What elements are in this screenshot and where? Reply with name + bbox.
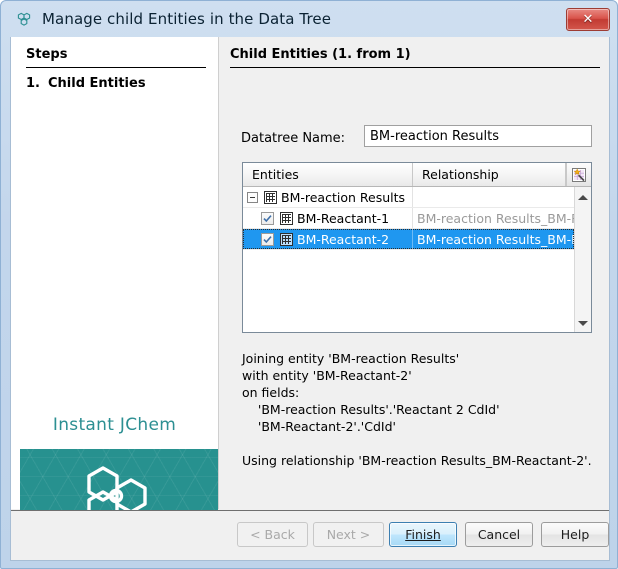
jchem-molecule-icon [17,12,31,26]
close-button[interactable]: ✕ [566,8,610,31]
column-chooser-icon [572,167,586,182]
page-title: Child Entities (1. from 1) [230,47,600,68]
column-header-entities[interactable]: Entities [243,163,413,186]
check-icon [263,214,272,222]
table-row[interactable]: BM-Reactant-1 BM-reaction Results_BM-R..… [243,208,574,229]
table-header-row: Entities Relationship [243,163,591,187]
dialog-client-area: Steps 1. Child Entities Instant JChem Chi… [10,37,610,561]
column-chooser-button[interactable] [566,163,591,186]
datatree-name-input[interactable] [364,125,592,147]
collapse-toggle-icon[interactable] [247,191,258,203]
dialog-button-bar: < Back Next > Finish Cancel Help [11,510,609,560]
scroll-up-arrow-icon [578,194,588,200]
cancel-button-label: Cancel [477,527,521,542]
product-name: Instant JChem [52,415,177,435]
table-body: BM-reaction Results BM-Reactant-1 BM-rea… [243,187,574,332]
steps-heading: Steps [26,47,206,68]
finish-button[interactable]: Finish [389,522,457,547]
check-icon [263,235,272,243]
window-title: Manage child Entities in the Data Tree [42,10,332,28]
entity-grid-icon [280,232,293,246]
cell-entities: BM-Reactant-1 [243,208,413,228]
scroll-up-button[interactable] [575,189,591,205]
scroll-down-arrow-icon [578,320,588,326]
dialog-window: Manage child Entities in the Data Tree ✕… [0,0,618,569]
entity-label: BM-Reactant-1 [297,210,390,226]
entity-label: BM-reaction Results [281,189,406,205]
entity-checkbox[interactable] [261,211,274,225]
help-button-label: Help [560,527,590,542]
back-button[interactable]: < Back [237,522,308,547]
table-vertical-scrollbar[interactable] [574,187,591,332]
finish-button-label: Finish [405,527,441,542]
table-row[interactable]: BM-reaction Results [243,187,574,208]
step-number: 1. [26,76,40,91]
entity-grid-icon [280,211,293,225]
step-item-child-entities: 1. Child Entities [26,76,146,91]
table-row-selected[interactable]: BM-Reactant-2 BM-reaction Results_BM-R..… [243,229,574,250]
cell-entities: BM-Reactant-2 [243,229,413,249]
column-header-relationship[interactable]: Relationship [413,163,566,186]
entity-checkbox[interactable] [261,232,274,246]
entity-label: BM-Reactant-2 [297,231,390,247]
title-bar: Manage child Entities in the Data Tree ✕ [1,1,618,37]
content-panel: Child Entities (1. from 1) Datatree Name… [218,37,609,509]
cell-relationship [413,187,574,207]
cancel-button[interactable]: Cancel [465,522,533,547]
back-button-label: < Back [250,527,295,542]
entities-table: Entities Relationship BM-reaction Result… [242,162,592,333]
cell-relationship: BM-reaction Results_BM-R... [417,210,574,226]
close-icon: ✕ [582,12,594,27]
help-button[interactable]: Help [541,522,609,547]
cell-entities: BM-reaction Results [243,187,413,207]
next-button[interactable]: Next > [313,522,384,547]
entity-grid-icon [264,190,277,204]
join-description: Joining entity 'BM-reaction Results' wit… [242,351,592,468]
next-button-label: Next > [326,527,371,542]
scroll-down-button[interactable] [575,315,591,331]
datatree-name-label: Datatree Name: [241,131,346,146]
step-label: Child Entities [48,76,146,91]
cell-relationship: BM-reaction Results_BM-R... [417,231,574,247]
steps-panel: Steps 1. Child Entities Instant JChem [11,37,218,545]
